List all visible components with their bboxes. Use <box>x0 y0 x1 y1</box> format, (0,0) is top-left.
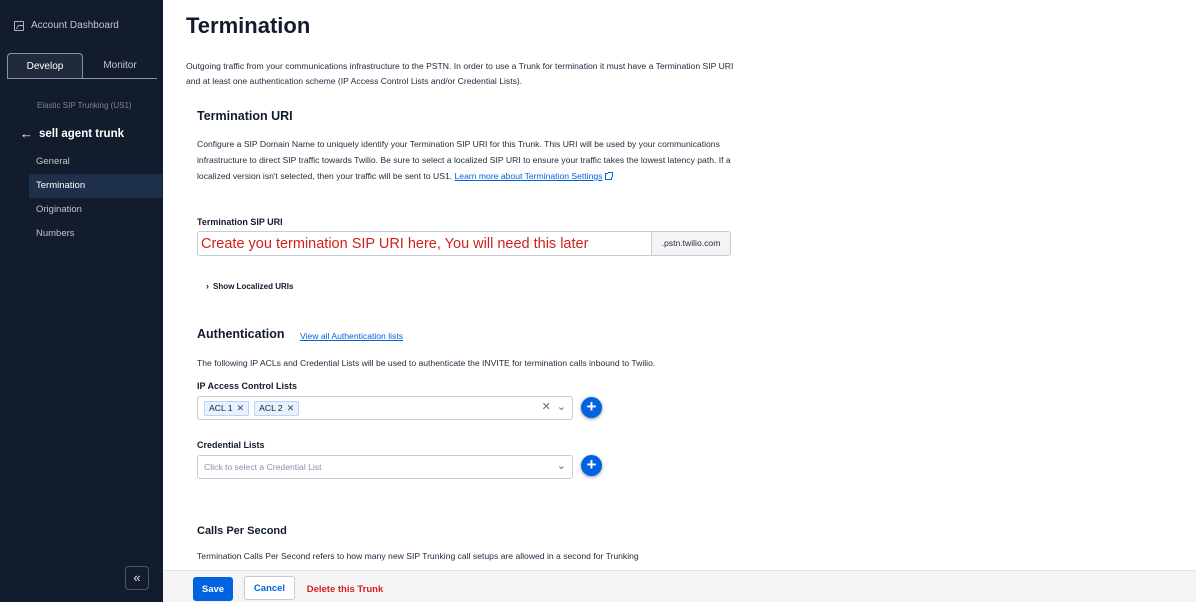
sidebar-tabs: Develop Monitor <box>7 53 157 79</box>
uri-suffix: .pstn.twilio.com <box>651 232 730 255</box>
select-controls: ⌄ <box>551 459 566 472</box>
credential-list-select[interactable]: Click to select a Credential List ⌄ <box>197 455 573 479</box>
learn-more-link[interactable]: Learn more about Termination Settings <box>454 171 614 181</box>
acl-chip-label: ACL 1 <box>209 403 233 413</box>
acl-chip-label: ACL 2 <box>259 403 283 413</box>
product-context: Elastic SIP Trunking (US1) <box>37 101 132 110</box>
credential-list-placeholder: Click to select a Credential List <box>204 462 322 472</box>
back-to-trunk[interactable]: ← sell agent trunk <box>20 126 124 141</box>
chevron-down-icon[interactable]: ⌄ <box>557 400 566 413</box>
cps-heading: Calls Per Second <box>197 525 287 537</box>
plus-icon: + <box>586 397 597 416</box>
termination-sip-uri-input[interactable] <box>198 232 651 255</box>
sidebar-item-general[interactable]: General <box>29 150 162 174</box>
remove-chip-icon[interactable]: ✕ <box>287 401 295 415</box>
chevron-down-icon[interactable]: ⌄ <box>557 459 566 472</box>
page-title: Termination <box>186 13 311 38</box>
cancel-button[interactable]: Cancel <box>244 576 295 600</box>
acl-chip: ACL 1 ✕ <box>204 400 250 416</box>
arrow-left-icon: ← <box>20 126 33 141</box>
page-intro: Outgoing traffic from your communication… <box>186 61 734 86</box>
termination-uri-heading: Termination URI <box>197 109 293 123</box>
authentication-heading: Authentication <box>197 327 285 341</box>
main-content: Termination Outgoing traffic from your c… <box>163 0 1196 570</box>
sidebar-item-numbers[interactable]: Numbers <box>29 222 162 246</box>
trunk-name: sell agent trunk <box>39 127 124 140</box>
external-link-icon <box>605 172 614 180</box>
action-bar: Save Cancel Delete this Trunk <box>163 570 1196 602</box>
ip-acl-select[interactable]: ACL 1 ✕ ACL 2 ✕ ✕ ⌄ <box>197 396 573 420</box>
ip-acl-label: IP Access Control Lists <box>197 381 298 391</box>
show-localized-uris-toggle[interactable]: › Show Localized URIs <box>206 281 293 291</box>
sidebar-item-termination[interactable]: Termination <box>29 174 162 198</box>
termination-sip-uri-label: Termination SIP URI <box>197 217 283 227</box>
add-credential-list-button[interactable]: + <box>581 455 602 476</box>
sidebar-item-origination[interactable]: Origination <box>29 198 162 222</box>
show-localized-uris-label: Show Localized URIs <box>213 282 294 291</box>
tab-monitor[interactable]: Monitor <box>83 53 157 78</box>
view-all-auth-lists-wrap: View all Authentication lists <box>300 328 403 344</box>
learn-more-label: Learn more about Termination Settings <box>454 171 603 181</box>
tab-develop[interactable]: Develop <box>7 53 83 78</box>
credential-lists-label: Credential Lists <box>197 440 265 450</box>
termination-sip-uri-field: .pstn.twilio.com <box>197 231 731 256</box>
collapse-sidebar-button[interactable]: « <box>125 566 149 590</box>
dashboard-icon <box>14 20 24 31</box>
cps-description: Termination Calls Per Second refers to h… <box>197 551 639 561</box>
sidebar: Account Dashboard Develop Monitor Elasti… <box>0 0 163 602</box>
remove-chip-icon[interactable]: ✕ <box>237 401 245 415</box>
authentication-description: The following IP ACLs and Credential Lis… <box>197 358 656 368</box>
sidebar-nav: General Termination Origination Numbers <box>29 150 162 246</box>
select-controls: ✕ ⌄ <box>536 400 566 413</box>
view-all-auth-lists-link[interactable]: View all Authentication lists <box>300 331 403 341</box>
acl-chip: ACL 2 ✕ <box>254 400 300 416</box>
delete-trunk-button[interactable]: Delete this Trunk <box>305 577 385 601</box>
termination-uri-description: Configure a SIP Domain Name to uniquely … <box>197 136 737 184</box>
chevron-right-icon: › <box>206 281 209 291</box>
double-chevron-left-icon: « <box>133 570 141 585</box>
account-dashboard-link[interactable]: Account Dashboard <box>14 20 119 31</box>
clear-icon[interactable]: ✕ <box>542 400 551 413</box>
plus-icon: + <box>586 455 597 474</box>
account-dashboard-label: Account Dashboard <box>31 20 119 31</box>
save-button[interactable]: Save <box>193 577 233 601</box>
add-ip-acl-button[interactable]: + <box>581 397 602 418</box>
